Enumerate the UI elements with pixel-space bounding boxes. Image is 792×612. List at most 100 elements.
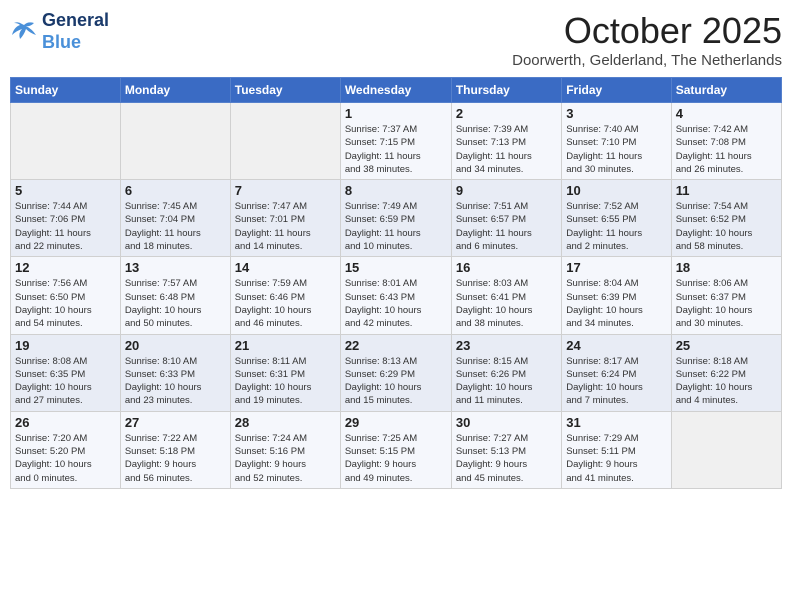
day-info: Sunrise: 7:45 AM Sunset: 7:04 PM Dayligh…	[125, 200, 226, 253]
day-number: 5	[15, 183, 116, 198]
logo-text: General Blue	[42, 10, 109, 53]
calendar-cell: 8 Sunrise: 7:49 AM Sunset: 6:59 PM Daylig…	[340, 180, 451, 257]
weekday-header-friday: Friday	[562, 78, 671, 103]
calendar-cell: 19 Sunrise: 8:08 AM Sunset: 6:35 PM Dayli…	[11, 334, 121, 411]
day-info: Sunrise: 7:47 AM Sunset: 7:01 PM Dayligh…	[235, 200, 336, 253]
calendar-cell: 16 Sunrise: 8:03 AM Sunset: 6:41 PM Dayli…	[451, 257, 561, 334]
day-number: 1	[345, 106, 447, 121]
calendar-cell: 24 Sunrise: 8:17 AM Sunset: 6:24 PM Dayli…	[562, 334, 671, 411]
calendar-week-row: 19 Sunrise: 8:08 AM Sunset: 6:35 PM Dayli…	[11, 334, 782, 411]
calendar-cell: 1Sunrise: 7:37 AM Sunset: 7:15 PM Daylig…	[340, 103, 451, 180]
calendar-cell: 21Sunrise: 8:11 AM Sunset: 6:31 PM Dayli…	[230, 334, 340, 411]
calendar-cell	[120, 103, 230, 180]
day-info: Sunrise: 8:06 AM Sunset: 6:37 PM Dayligh…	[676, 277, 777, 330]
weekday-header-sunday: Sunday	[11, 78, 121, 103]
day-info: Sunrise: 7:39 AM Sunset: 7:13 PM Dayligh…	[456, 123, 557, 176]
day-info: Sunrise: 7:40 AM Sunset: 7:10 PM Dayligh…	[566, 123, 666, 176]
day-info: Sunrise: 8:18 AM Sunset: 6:22 PM Dayligh…	[676, 355, 777, 408]
day-info: Sunrise: 7:29 AM Sunset: 5:11 PM Dayligh…	[566, 432, 666, 485]
calendar-cell: 10Sunrise: 7:52 AM Sunset: 6:55 PM Dayli…	[562, 180, 671, 257]
day-number: 13	[125, 260, 226, 275]
day-number: 6	[125, 183, 226, 198]
day-info: Sunrise: 7:42 AM Sunset: 7:08 PM Dayligh…	[676, 123, 777, 176]
day-info: Sunrise: 7:20 AM Sunset: 5:20 PM Dayligh…	[15, 432, 116, 485]
day-info: Sunrise: 7:27 AM Sunset: 5:13 PM Dayligh…	[456, 432, 557, 485]
day-number: 28	[235, 415, 336, 430]
calendar-cell: 30 Sunrise: 7:27 AM Sunset: 5:13 PM Dayli…	[451, 411, 561, 488]
calendar-table: SundayMondayTuesdayWednesdayThursdayFrid…	[10, 77, 782, 489]
day-number: 17	[566, 260, 666, 275]
calendar-cell	[671, 411, 781, 488]
calendar-cell: 25Sunrise: 8:18 AM Sunset: 6:22 PM Dayli…	[671, 334, 781, 411]
day-number: 12	[15, 260, 116, 275]
day-info: Sunrise: 7:49 AM Sunset: 6:59 PM Dayligh…	[345, 200, 447, 253]
day-number: 16	[456, 260, 557, 275]
page-header: General Blue October 2025 Doorwerth, Gel…	[10, 10, 782, 69]
calendar-week-row: 12 Sunrise: 7:56 AM Sunset: 6:50 PM Dayli…	[11, 257, 782, 334]
logo: General Blue	[10, 10, 109, 53]
calendar-cell	[230, 103, 340, 180]
calendar-cell: 14 Sunrise: 7:59 AM Sunset: 6:46 PM Dayli…	[230, 257, 340, 334]
day-number: 27	[125, 415, 226, 430]
day-info: Sunrise: 7:54 AM Sunset: 6:52 PM Dayligh…	[676, 200, 777, 253]
day-number: 24	[566, 338, 666, 353]
title-block: October 2025 Doorwerth, Gelderland, The …	[512, 10, 782, 69]
day-info: Sunrise: 8:11 AM Sunset: 6:31 PM Dayligh…	[235, 355, 336, 408]
weekday-header-wednesday: Wednesday	[340, 78, 451, 103]
day-number: 8	[345, 183, 447, 198]
calendar-cell: 31 Sunrise: 7:29 AM Sunset: 5:11 PM Dayli…	[562, 411, 671, 488]
day-number: 30	[456, 415, 557, 430]
day-number: 9	[456, 183, 557, 198]
day-info: Sunrise: 8:04 AM Sunset: 6:39 PM Dayligh…	[566, 277, 666, 330]
calendar-cell: 27Sunrise: 7:22 AM Sunset: 5:18 PM Dayli…	[120, 411, 230, 488]
day-info: Sunrise: 7:56 AM Sunset: 6:50 PM Dayligh…	[15, 277, 116, 330]
day-number: 18	[676, 260, 777, 275]
calendar-cell	[11, 103, 121, 180]
calendar-cell: 15Sunrise: 8:01 AM Sunset: 6:43 PM Dayli…	[340, 257, 451, 334]
day-number: 4	[676, 106, 777, 121]
calendar-cell: 17 Sunrise: 8:04 AM Sunset: 6:39 PM Dayli…	[562, 257, 671, 334]
calendar-cell: 29Sunrise: 7:25 AM Sunset: 5:15 PM Dayli…	[340, 411, 451, 488]
calendar-cell: 28 Sunrise: 7:24 AM Sunset: 5:16 PM Dayli…	[230, 411, 340, 488]
day-info: Sunrise: 7:52 AM Sunset: 6:55 PM Dayligh…	[566, 200, 666, 253]
calendar-cell: 2 Sunrise: 7:39 AM Sunset: 7:13 PM Daylig…	[451, 103, 561, 180]
day-number: 20	[125, 338, 226, 353]
day-number: 19	[15, 338, 116, 353]
calendar-cell: 26Sunrise: 7:20 AM Sunset: 5:20 PM Dayli…	[11, 411, 121, 488]
calendar-cell: 7 Sunrise: 7:47 AM Sunset: 7:01 PM Daylig…	[230, 180, 340, 257]
calendar-cell: 6 Sunrise: 7:45 AM Sunset: 7:04 PM Daylig…	[120, 180, 230, 257]
calendar-cell: 4 Sunrise: 7:42 AM Sunset: 7:08 PM Daylig…	[671, 103, 781, 180]
calendar-cell: 20 Sunrise: 8:10 AM Sunset: 6:33 PM Dayli…	[120, 334, 230, 411]
calendar-cell: 9Sunrise: 7:51 AM Sunset: 6:57 PM Daylig…	[451, 180, 561, 257]
weekday-header-thursday: Thursday	[451, 78, 561, 103]
day-number: 22	[345, 338, 447, 353]
day-info: Sunrise: 7:25 AM Sunset: 5:15 PM Dayligh…	[345, 432, 447, 485]
day-info: Sunrise: 8:17 AM Sunset: 6:24 PM Dayligh…	[566, 355, 666, 408]
weekday-header-monday: Monday	[120, 78, 230, 103]
day-info: Sunrise: 7:44 AM Sunset: 7:06 PM Dayligh…	[15, 200, 116, 253]
weekday-header-row: SundayMondayTuesdayWednesdayThursdayFrid…	[11, 78, 782, 103]
day-number: 31	[566, 415, 666, 430]
calendar-week-row: 5 Sunrise: 7:44 AM Sunset: 7:06 PM Daylig…	[11, 180, 782, 257]
day-number: 14	[235, 260, 336, 275]
day-info: Sunrise: 7:24 AM Sunset: 5:16 PM Dayligh…	[235, 432, 336, 485]
logo-icon	[10, 21, 38, 43]
calendar-cell: 11 Sunrise: 7:54 AM Sunset: 6:52 PM Dayli…	[671, 180, 781, 257]
month-title: October 2025	[512, 10, 782, 52]
day-number: 15	[345, 260, 447, 275]
day-info: Sunrise: 8:08 AM Sunset: 6:35 PM Dayligh…	[15, 355, 116, 408]
day-number: 7	[235, 183, 336, 198]
calendar-cell: 3Sunrise: 7:40 AM Sunset: 7:10 PM Daylig…	[562, 103, 671, 180]
calendar-week-row: 1Sunrise: 7:37 AM Sunset: 7:15 PM Daylig…	[11, 103, 782, 180]
location-subtitle: Doorwerth, Gelderland, The Netherlands	[512, 52, 782, 69]
day-number: 11	[676, 183, 777, 198]
day-number: 23	[456, 338, 557, 353]
day-info: Sunrise: 8:03 AM Sunset: 6:41 PM Dayligh…	[456, 277, 557, 330]
day-info: Sunrise: 7:57 AM Sunset: 6:48 PM Dayligh…	[125, 277, 226, 330]
weekday-header-tuesday: Tuesday	[230, 78, 340, 103]
day-number: 2	[456, 106, 557, 121]
day-info: Sunrise: 7:59 AM Sunset: 6:46 PM Dayligh…	[235, 277, 336, 330]
day-info: Sunrise: 8:15 AM Sunset: 6:26 PM Dayligh…	[456, 355, 557, 408]
calendar-cell: 13 Sunrise: 7:57 AM Sunset: 6:48 PM Dayli…	[120, 257, 230, 334]
day-info: Sunrise: 8:10 AM Sunset: 6:33 PM Dayligh…	[125, 355, 226, 408]
